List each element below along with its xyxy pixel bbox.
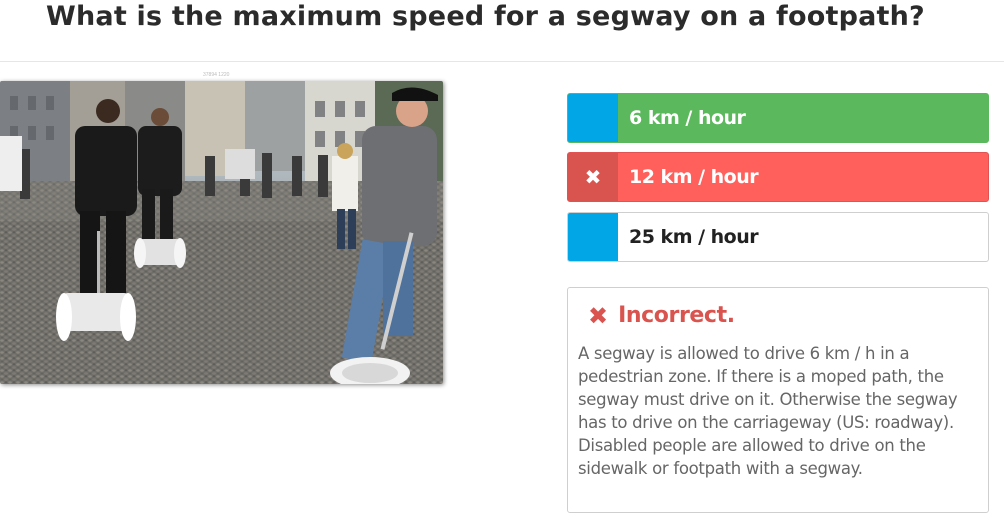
photo-credit: 37894 1220	[203, 72, 230, 78]
answer-label: 25 km / hour	[629, 226, 759, 248]
question-title: What is the maximum speed for a segway o…	[46, 1, 925, 32]
x-icon: ✖	[568, 153, 618, 201]
header-divider	[0, 61, 1004, 62]
quiz-page: What is the maximum speed for a segway o…	[0, 0, 1004, 521]
feedback-header: ✖ Incorrect.	[588, 302, 735, 330]
x-icon: ✖	[588, 302, 609, 330]
answer-label: 12 km / hour	[629, 166, 759, 188]
segway-photo	[0, 81, 443, 384]
feedback-title: Incorrect.	[618, 303, 735, 328]
answer-label: 6 km / hour	[629, 107, 746, 129]
answer-marker	[568, 213, 618, 261]
feedback-explanation: A segway is allowed to drive 6 km / h in…	[578, 344, 958, 478]
feedback-panel: ✖ Incorrect. A segway is allowed to driv…	[567, 287, 989, 513]
answer-marker	[568, 94, 618, 142]
answer-option-3[interactable]: 25 km / hour	[567, 212, 989, 262]
answer-option-2[interactable]: ✖ 12 km / hour	[567, 152, 989, 202]
answer-option-1[interactable]: 6 km / hour	[567, 93, 989, 143]
